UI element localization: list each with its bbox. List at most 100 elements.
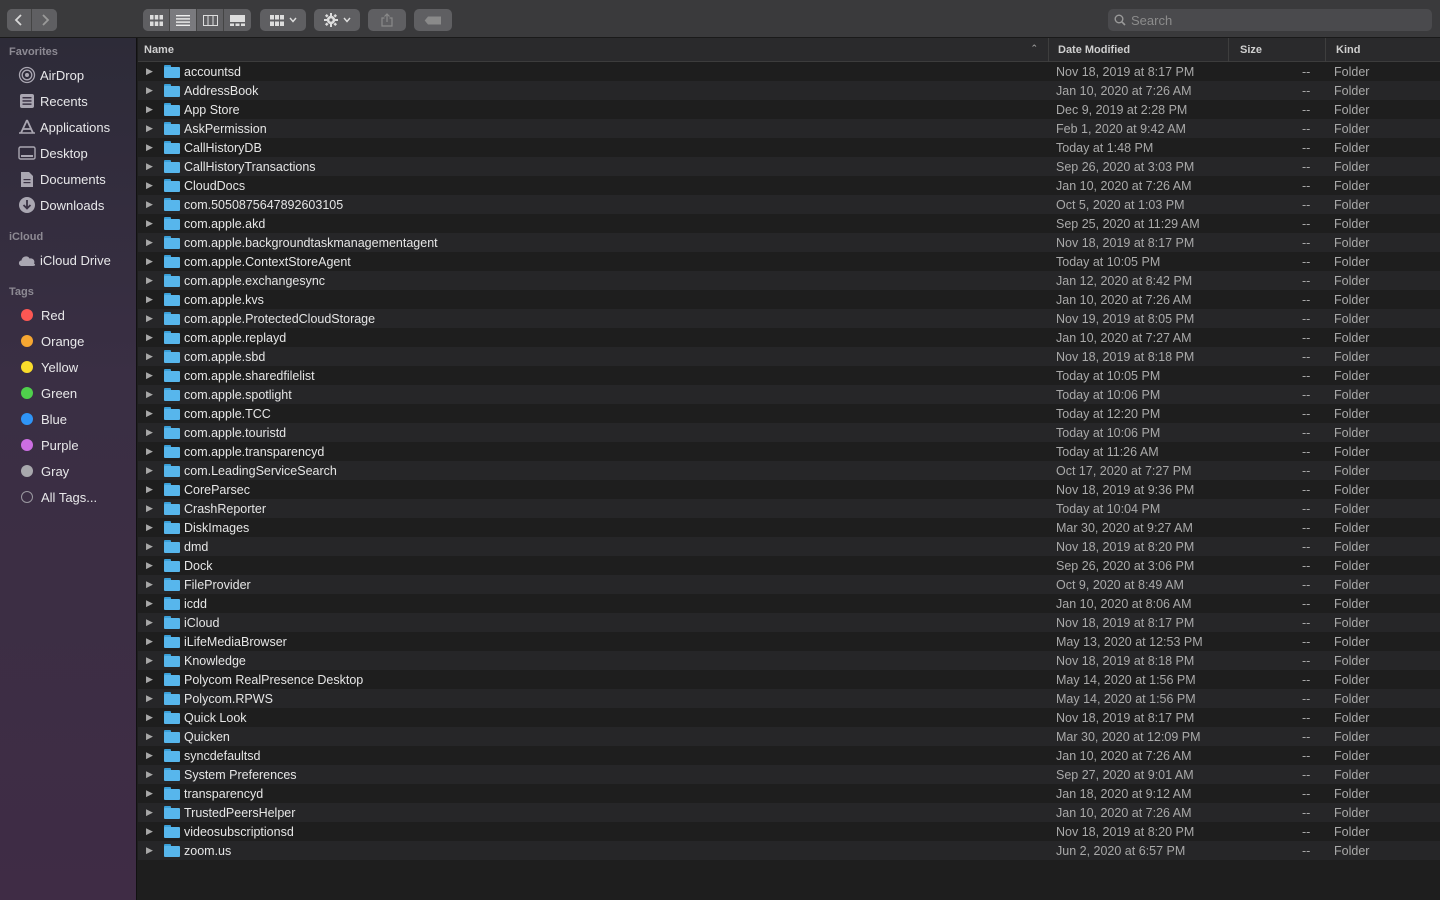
disclosure-triangle-icon[interactable]: ▶ <box>146 655 153 666</box>
table-row[interactable]: ▶ CloudDocs Jan 10, 2020 at 7:26 AM -- Folde… <box>138 176 1440 195</box>
size-column-header[interactable]: Size <box>1228 38 1325 62</box>
disclosure-triangle-icon[interactable]: ▶ <box>146 408 153 419</box>
table-row[interactable]: ▶ com.apple.ProtectedCloudStorage Nov 19, … <box>138 309 1440 328</box>
table-row[interactable]: ▶ AskPermission Feb 1, 2020 at 9:42 AM -- Fo… <box>138 119 1440 138</box>
table-row[interactable]: ▶ com.5050875647892603105 Oct 5, 2020 at 1… <box>138 195 1440 214</box>
disclosure-triangle-icon[interactable]: ▶ <box>146 845 153 856</box>
sidebar-tag-yellow[interactable]: Yellow <box>17 356 78 378</box>
disclosure-triangle-icon[interactable]: ▶ <box>146 712 153 723</box>
table-row[interactable]: ▶ Quick Look Nov 18, 2019 at 8:17 PM -- Fold… <box>138 708 1440 727</box>
disclosure-triangle-icon[interactable]: ▶ <box>146 750 153 761</box>
sidebar-tag-gray[interactable]: Gray <box>17 460 69 482</box>
table-row[interactable]: ▶ AddressBook Jan 10, 2020 at 7:26 AM -- Fol… <box>138 81 1440 100</box>
name-column-header[interactable]: Name ⌃ <box>138 38 1048 62</box>
disclosure-triangle-icon[interactable]: ▶ <box>146 560 153 571</box>
table-row[interactable]: ▶ com.apple.akd Sep 25, 2020 at 11:29 AM --… <box>138 214 1440 233</box>
disclosure-triangle-icon[interactable]: ▶ <box>146 313 153 324</box>
edit-tags-button[interactable] <box>414 9 452 31</box>
column-view-button[interactable] <box>197 9 224 31</box>
table-row[interactable]: ▶ com.LeadingServiceSearch Oct 17, 2020 at… <box>138 461 1440 480</box>
table-row[interactable]: ▶ com.apple.exchangesync Jan 12, 2020 at 8… <box>138 271 1440 290</box>
kind-column-header[interactable]: Kind <box>1325 38 1440 62</box>
search-input[interactable] <box>1131 12 1411 28</box>
table-row[interactable]: ▶ com.apple.sharedfilelist Today at 10:05 … <box>138 366 1440 385</box>
table-row[interactable]: ▶ DiskImages Mar 30, 2020 at 9:27 AM -- Fold… <box>138 518 1440 537</box>
table-row[interactable]: ▶ transparencyd Jan 18, 2020 at 9:12 AM -- F… <box>138 784 1440 803</box>
table-row[interactable]: ▶ com.apple.sbd Nov 18, 2019 at 8:18 PM -- F… <box>138 347 1440 366</box>
sidebar-item-recents[interactable]: Recents <box>17 90 88 112</box>
icon-view-button[interactable] <box>143 9 170 31</box>
gallery-view-button[interactable] <box>224 9 251 31</box>
table-row[interactable]: ▶ com.apple.backgroundtaskmanagementagent… <box>138 233 1440 252</box>
disclosure-triangle-icon[interactable]: ▶ <box>146 142 153 153</box>
disclosure-triangle-icon[interactable]: ▶ <box>146 807 153 818</box>
disclosure-triangle-icon[interactable]: ▶ <box>146 332 153 343</box>
table-row[interactable]: ▶ Knowledge Nov 18, 2019 at 8:18 PM -- Folde… <box>138 651 1440 670</box>
disclosure-triangle-icon[interactable]: ▶ <box>146 256 153 267</box>
disclosure-triangle-icon[interactable]: ▶ <box>146 123 153 134</box>
table-row[interactable]: ▶ com.apple.touristd Today at 10:06 PM -- Fo… <box>138 423 1440 442</box>
disclosure-triangle-icon[interactable]: ▶ <box>146 693 153 704</box>
table-row[interactable]: ▶ CoreParsec Nov 18, 2019 at 9:36 PM -- Fold… <box>138 480 1440 499</box>
table-row[interactable]: ▶ FileProvider Oct 9, 2020 at 8:49 AM -- Fol… <box>138 575 1440 594</box>
table-row[interactable]: ▶ dmd Nov 18, 2019 at 8:20 PM -- Folder <box>138 537 1440 556</box>
disclosure-triangle-icon[interactable]: ▶ <box>146 218 153 229</box>
table-row[interactable]: ▶ System Preferences Sep 27, 2020 at 9:01 … <box>138 765 1440 784</box>
disclosure-triangle-icon[interactable]: ▶ <box>146 674 153 685</box>
disclosure-triangle-icon[interactable]: ▶ <box>146 85 153 96</box>
table-row[interactable]: ▶ syncdefaultsd Jan 10, 2020 at 7:26 AM -- F… <box>138 746 1440 765</box>
disclosure-triangle-icon[interactable]: ▶ <box>146 788 153 799</box>
table-row[interactable]: ▶ icdd Jan 10, 2020 at 8:06 AM -- Folder <box>138 594 1440 613</box>
disclosure-triangle-icon[interactable]: ▶ <box>146 351 153 362</box>
share-button[interactable] <box>368 9 406 31</box>
disclosure-triangle-icon[interactable]: ▶ <box>146 579 153 590</box>
disclosure-triangle-icon[interactable]: ▶ <box>146 731 153 742</box>
sidebar-item-desktop[interactable]: Desktop <box>17 142 88 164</box>
disclosure-triangle-icon[interactable]: ▶ <box>146 370 153 381</box>
table-row[interactable]: ▶ CallHistoryDB Today at 1:48 PM -- Folder <box>138 138 1440 157</box>
disclosure-triangle-icon[interactable]: ▶ <box>146 237 153 248</box>
back-button[interactable] <box>7 9 32 31</box>
sidebar-item-airdrop[interactable]: AirDrop <box>17 64 84 86</box>
disclosure-triangle-icon[interactable]: ▶ <box>146 275 153 286</box>
table-row[interactable]: ▶ videosubscriptionsd Nov 18, 2019 at 8:20… <box>138 822 1440 841</box>
table-row[interactable]: ▶ com.apple.kvs Jan 10, 2020 at 7:26 AM -- F… <box>138 290 1440 309</box>
table-row[interactable]: ▶ com.apple.transparencyd Today at 11:26 A… <box>138 442 1440 461</box>
disclosure-triangle-icon[interactable]: ▶ <box>146 104 153 115</box>
forward-button[interactable] <box>32 9 57 31</box>
table-row[interactable]: ▶ com.apple.TCC Today at 12:20 PM -- Folder <box>138 404 1440 423</box>
disclosure-triangle-icon[interactable]: ▶ <box>146 427 153 438</box>
sidebar-tag-all[interactable]: All Tags... <box>17 486 97 508</box>
disclosure-triangle-icon[interactable]: ▶ <box>146 446 153 457</box>
sidebar-tag-red[interactable]: Red <box>17 304 65 326</box>
disclosure-triangle-icon[interactable]: ▶ <box>146 826 153 837</box>
table-row[interactable]: ▶ com.apple.replayd Jan 10, 2020 at 7:27 A… <box>138 328 1440 347</box>
table-row[interactable]: ▶ iCloud Nov 18, 2019 at 8:17 PM -- Folder <box>138 613 1440 632</box>
table-row[interactable]: ▶ TrustedPeersHelper Jan 10, 2020 at 7:26 … <box>138 803 1440 822</box>
search-field[interactable] <box>1108 9 1432 31</box>
date-modified-column-header[interactable]: Date Modified <box>1048 38 1228 62</box>
disclosure-triangle-icon[interactable]: ▶ <box>146 199 153 210</box>
sidebar-item-icloud-drive[interactable]: iCloud Drive <box>17 249 111 271</box>
sidebar-item-downloads[interactable]: Downloads <box>17 194 104 216</box>
disclosure-triangle-icon[interactable]: ▶ <box>146 598 153 609</box>
disclosure-triangle-icon[interactable]: ▶ <box>146 522 153 533</box>
sidebar-tag-blue[interactable]: Blue <box>17 408 67 430</box>
table-row[interactable]: ▶ com.apple.ContextStoreAgent Today at 10:… <box>138 252 1440 271</box>
action-menu-button[interactable] <box>314 9 360 31</box>
table-row[interactable]: ▶ com.apple.spotlight Today at 10:06 PM -- F… <box>138 385 1440 404</box>
disclosure-triangle-icon[interactable]: ▶ <box>146 180 153 191</box>
sidebar-tag-green[interactable]: Green <box>17 382 77 404</box>
disclosure-triangle-icon[interactable]: ▶ <box>146 503 153 514</box>
sidebar-tag-orange[interactable]: Orange <box>17 330 84 352</box>
table-row[interactable]: ▶ Polycom RealPresence Desktop May 14, 202… <box>138 670 1440 689</box>
disclosure-triangle-icon[interactable]: ▶ <box>146 66 153 77</box>
sidebar-item-applications[interactable]: Applications <box>17 116 110 138</box>
table-row[interactable]: ▶ Dock Sep 26, 2020 at 3:06 PM -- Folder <box>138 556 1440 575</box>
disclosure-triangle-icon[interactable]: ▶ <box>146 541 153 552</box>
sidebar-tag-purple[interactable]: Purple <box>17 434 79 456</box>
disclosure-triangle-icon[interactable]: ▶ <box>146 465 153 476</box>
list-view-button[interactable] <box>170 9 197 31</box>
disclosure-triangle-icon[interactable]: ▶ <box>146 389 153 400</box>
disclosure-triangle-icon[interactable]: ▶ <box>146 294 153 305</box>
